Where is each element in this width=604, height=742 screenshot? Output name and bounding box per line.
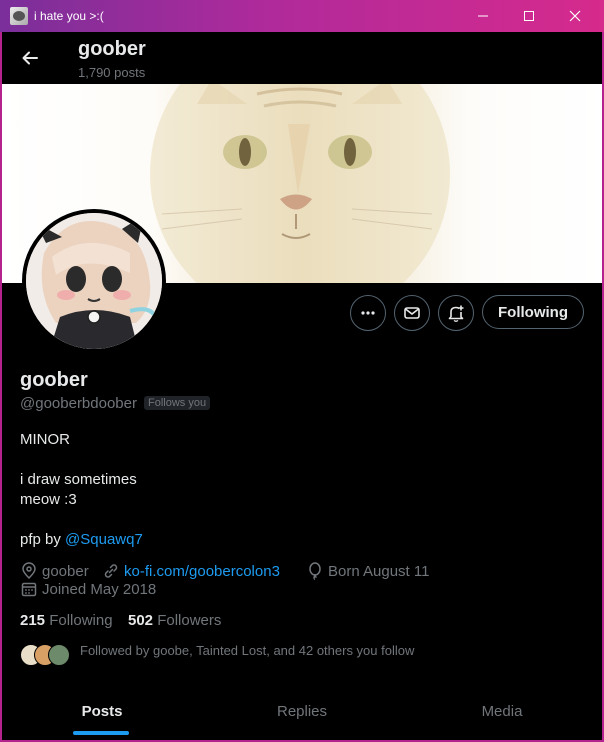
bio-line-draw: i draw sometimes [20,471,137,488]
envelope-icon [404,307,420,319]
followers-stat[interactable]: 502 Followers [128,612,221,629]
window-titlebar[interactable]: i hate you >:( [0,0,604,32]
followers-count: 502 [128,612,154,629]
profile-tabs: Posts Replies Media [2,686,602,736]
close-icon [569,10,581,22]
bio-line-minor: MINOR [20,431,70,448]
more-options-button[interactable] [350,295,386,331]
birthday-item: Born August 11 [306,562,429,580]
maximize-button[interactable] [506,0,552,32]
balloon-icon [309,562,321,580]
active-tab-indicator [73,731,129,735]
location-pin-icon [22,562,36,580]
arrow-left-icon [22,51,38,65]
joined-text: Joined May 2018 [42,580,157,598]
website-link[interactable]: ko-fi.com/goobercolon3 [124,563,280,580]
pfp-credit-link[interactable]: @Squawq7 [65,531,143,548]
followers-stat-label: Followers [157,612,222,629]
tab-replies[interactable]: Replies [202,686,402,736]
avatar-drawing-image [26,213,162,349]
minimize-icon [478,15,488,17]
website-item: ko-fi.com/goobercolon3 [102,562,280,580]
calendar-icon [21,582,37,597]
app-icon [10,7,28,25]
bell-plus-icon [448,305,464,322]
profile-avatar[interactable] [22,209,166,353]
follower-avatar [48,644,70,666]
header-display-name: goober [78,38,146,60]
maximize-icon [524,11,534,21]
back-button[interactable] [14,42,46,74]
pfp-credit-prefix: pfp by [20,531,61,548]
follows-you-badge: Follows you [144,396,211,410]
link-icon [104,564,118,578]
following-count: 215 [20,612,46,629]
minimize-button[interactable] [460,0,506,32]
close-button[interactable] [552,0,598,32]
header-post-count: 1,790 posts [78,65,146,80]
window-title: i hate you >:( [34,9,104,23]
profile-header: goober 1,790 posts [2,32,602,84]
profile-handle: @gooberbdoober [20,395,137,412]
tab-posts[interactable]: Posts [2,686,202,736]
message-button[interactable] [394,295,430,331]
joined-item: Joined May 2018 [20,580,156,598]
more-horizontal-icon [361,311,375,315]
followed-by-avatars[interactable] [20,644,70,666]
following-button[interactable]: Following [482,295,584,329]
bio-pfp-credit: pfp by @Squawq7 [20,531,143,548]
following-stat[interactable]: 215 Following [20,612,113,629]
following-stat-label: Following [49,612,113,629]
bio-line-meow: meow :3 [20,491,77,508]
location-item: goober [20,562,89,580]
birthday-text: Born August 11 [328,562,430,580]
profile-display-name: goober [20,369,88,391]
tab-media[interactable]: Media [402,686,602,736]
followed-by-text[interactable]: Followed by goobe, Tainted Lost, and 42 … [80,643,414,658]
notifications-button[interactable] [438,295,474,331]
location-text: goober [42,562,89,580]
